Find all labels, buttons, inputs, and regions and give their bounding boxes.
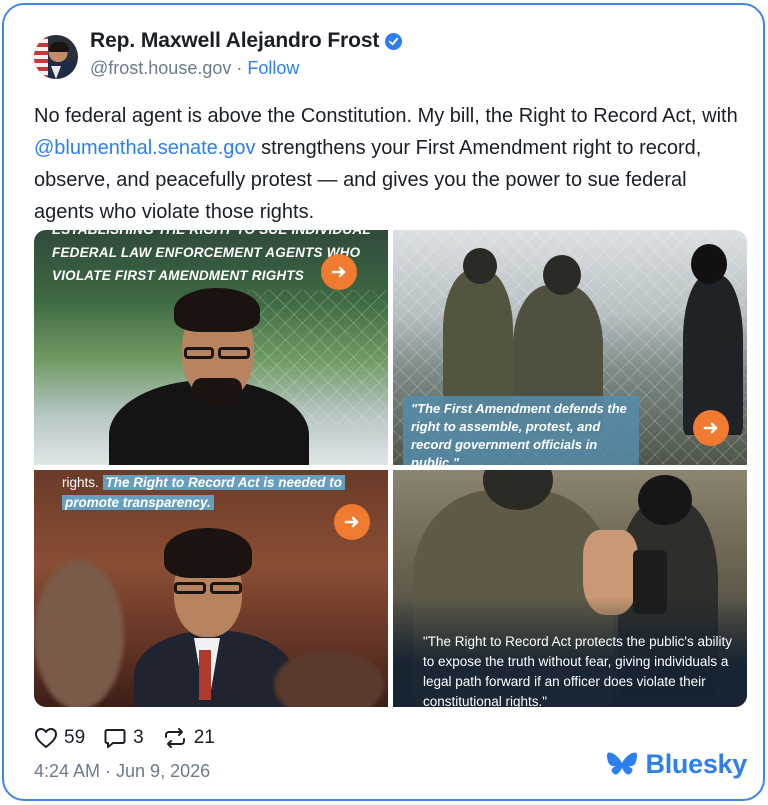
brand-name: Bluesky <box>645 749 748 779</box>
handle-separator: · <box>231 58 248 78</box>
overlay-line-2: FEDERAL LAW ENFORCEMENT AGENTS WHO <box>52 245 361 260</box>
post-image-4[interactable]: "The Right to Record Act protects the pu… <box>393 470 747 707</box>
heart-icon <box>35 728 57 748</box>
bluesky-brand[interactable]: Bluesky <box>606 749 747 780</box>
glasses-left <box>184 347 214 359</box>
image-grid: ESTABLISHING THE RIGHT TO SUE INDIVIDUAL… <box>34 230 747 707</box>
glasses-right <box>210 582 242 594</box>
image-4-caption: "The Right to Record Act protects the pu… <box>423 634 733 707</box>
post-body: No federal agent is above the Constituti… <box>34 100 739 228</box>
reply-button[interactable]: 3 <box>103 727 144 749</box>
reply-count: 3 <box>133 727 144 748</box>
person-hair <box>164 528 252 578</box>
blurred-foreground <box>34 560 124 707</box>
post-header: Rep. Maxwell Alejandro Frost @frost.hous… <box>34 29 403 79</box>
flag-decoration <box>34 35 48 79</box>
reply-icon <box>104 729 126 748</box>
image-3-caption: rights. The Right to Record Act is neede… <box>62 473 346 513</box>
person-beard <box>192 378 242 404</box>
author-name-row: Rep. Maxwell Alejandro Frost <box>90 29 403 53</box>
author-display-name[interactable]: Rep. Maxwell Alejandro Frost <box>90 29 379 53</box>
repost-count: 21 <box>193 727 215 748</box>
agent-head <box>463 248 497 284</box>
agent-head <box>543 255 581 295</box>
repost-icon <box>164 728 185 748</box>
post-image-1[interactable]: ESTABLISHING THE RIGHT TO SUE INDIVIDUAL… <box>34 230 388 465</box>
image-2-caption: "The First Amendment defends the right t… <box>403 396 639 465</box>
agent-head <box>691 244 727 284</box>
person-tie <box>199 650 211 700</box>
follow-button[interactable]: Follow <box>247 58 299 78</box>
like-count: 59 <box>64 727 86 748</box>
engagement-stats: 59 3 21 <box>34 727 747 749</box>
arrow-right-icon[interactable] <box>693 410 729 446</box>
overlay-line-1: ESTABLISHING THE RIGHT TO SUE INDIVIDUAL <box>52 230 371 241</box>
caption-highlight-2: promote transparency. <box>62 495 214 510</box>
avatar-shirt <box>51 66 61 79</box>
mention-link[interactable]: @blumenthal.senate.gov <box>34 137 256 159</box>
avatar-hair <box>49 42 69 52</box>
person-hair <box>174 288 260 332</box>
repost-button[interactable]: 21 <box>162 727 215 749</box>
arrow-right-icon[interactable] <box>334 504 370 540</box>
post-card: Rep. Maxwell Alejandro Frost @frost.hous… <box>2 3 765 801</box>
author-identity: Rep. Maxwell Alejandro Frost @frost.hous… <box>90 29 403 79</box>
post-text-before: No federal agent is above the Constituti… <box>34 105 738 127</box>
butterfly-logo-icon <box>606 752 637 774</box>
verified-badge-icon <box>385 32 403 50</box>
glasses-left <box>174 582 206 594</box>
post-image-3[interactable]: rights. The Right to Record Act is neede… <box>34 470 388 707</box>
agent-head <box>638 475 692 525</box>
caption-highlight-1: The Right to Record Act is needed to <box>102 475 346 490</box>
author-avatar[interactable] <box>34 35 78 79</box>
arrow-right-icon[interactable] <box>321 254 357 290</box>
handle-row: @frost.house.gov · Follow <box>90 58 402 79</box>
glasses-right <box>218 347 250 359</box>
like-button[interactable]: 59 <box>34 727 85 749</box>
caption-plain: rights. <box>62 475 99 490</box>
post-footer: 59 3 21 4:24 AM · Jun 9, 2026 Bluesky <box>34 727 747 782</box>
blurred-foreground <box>274 650 384 707</box>
post-image-2[interactable]: "The First Amendment defends the right t… <box>393 230 747 465</box>
author-handle[interactable]: @frost.house.gov <box>90 58 231 78</box>
